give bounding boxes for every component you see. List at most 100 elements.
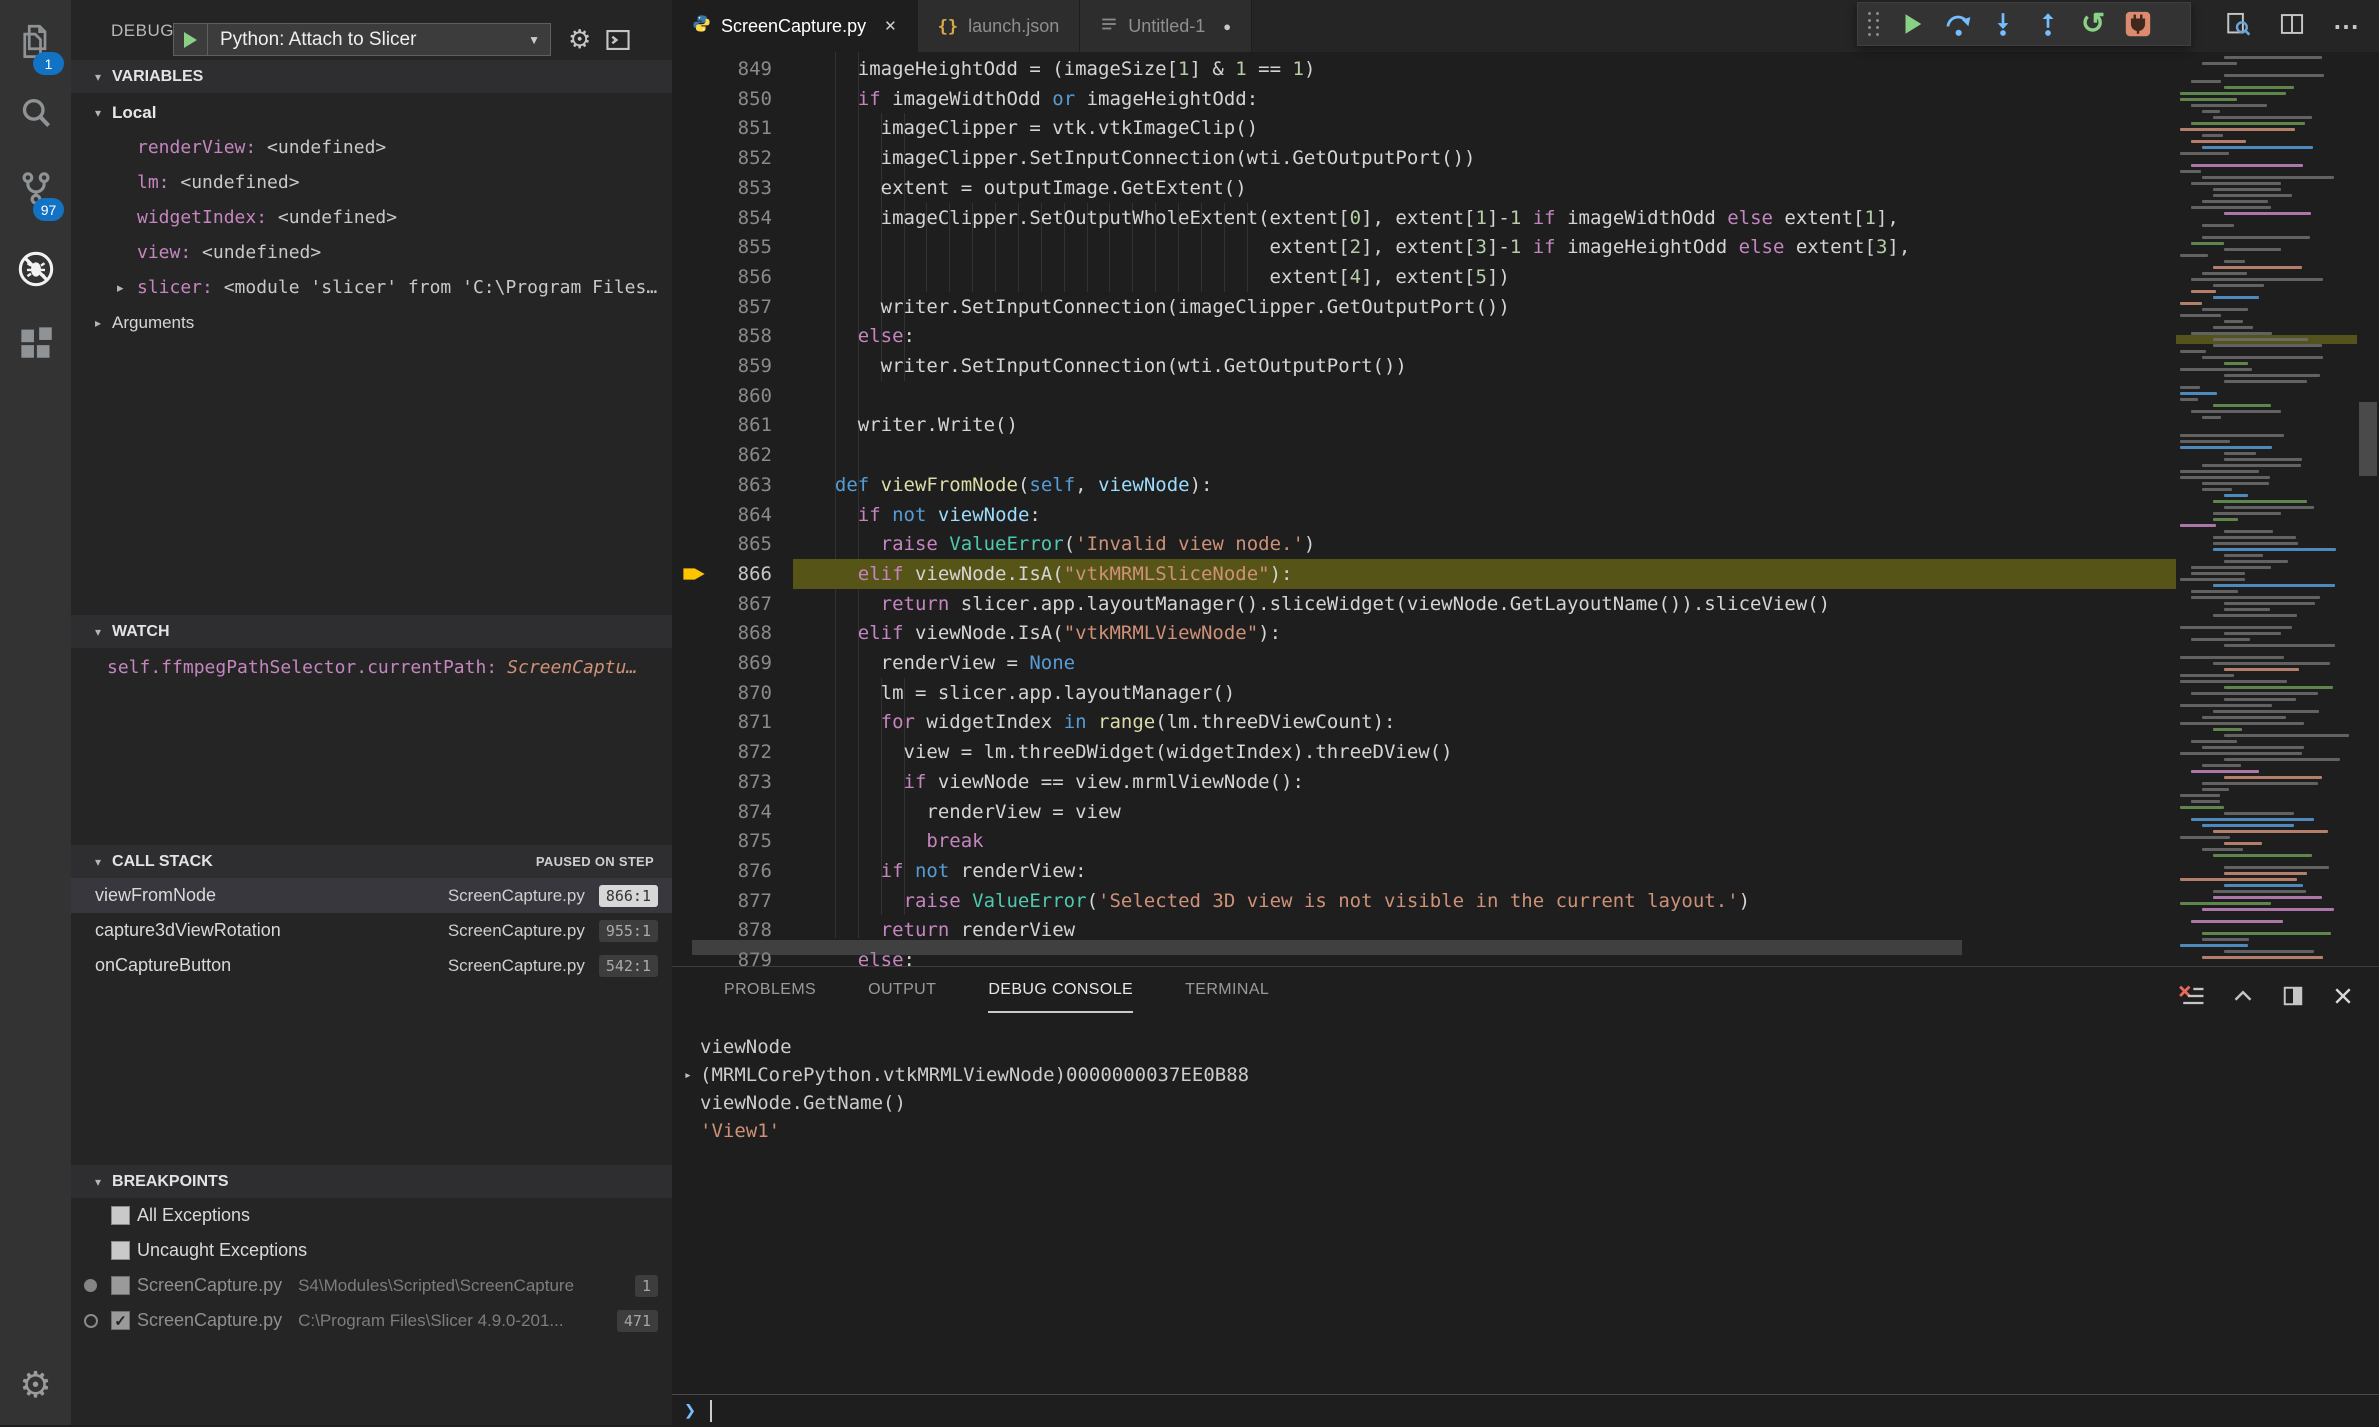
variable-row[interactable]: lm: <undefined> xyxy=(71,165,672,200)
console-line[interactable]: viewNode.GetName() xyxy=(700,1089,906,1117)
minimap-line xyxy=(2202,308,2248,311)
breakpoint-checkbox[interactable] xyxy=(111,1276,130,1295)
minimap-line xyxy=(2180,902,2271,905)
maximize-panel-icon[interactable] xyxy=(2281,984,2305,1013)
code-editor[interactable]: 849 imageHeightOdd = (imageSize[1] & 1 =… xyxy=(672,52,2176,966)
minimap-line xyxy=(2180,680,2287,683)
call-stack-section-header[interactable]: ▾ CALL STACK PAUSED ON STEP xyxy=(71,845,672,878)
chevron-up-icon[interactable] xyxy=(2231,984,2255,1013)
split-editor-icon[interactable] xyxy=(2279,11,2305,42)
configure-gear-icon[interactable]: ⚙ xyxy=(568,24,591,55)
breakpoint-checkbox[interactable]: ✓ xyxy=(111,1311,130,1330)
restart-button[interactable]: ↺ xyxy=(2079,10,2107,38)
sidebar-item-explorer[interactable]: 1 xyxy=(0,9,71,80)
call-stack-list: viewFromNodeScreenCapture.py866:1capture… xyxy=(71,878,672,983)
chevron-expanded-icon: ▾ xyxy=(95,625,101,639)
debug-config-dropdown[interactable]: Python: Attach to Slicer ▼ xyxy=(173,23,551,56)
console-line[interactable]: ▸(MRMLCorePython.vtkMRMLViewNode)0000000… xyxy=(700,1061,1249,1089)
call-stack-frame[interactable]: viewFromNodeScreenCapture.py866:1 xyxy=(71,878,672,913)
debug-console-input[interactable]: ❯ xyxy=(672,1394,2379,1427)
open-preview-icon[interactable] xyxy=(2225,11,2251,42)
breakpoint-checkbox[interactable] xyxy=(111,1241,130,1260)
minimap[interactable] xyxy=(2176,52,2357,966)
console-line[interactable]: viewNode xyxy=(700,1033,792,1061)
scope-arguments[interactable]: ▸ Arguments xyxy=(71,305,672,340)
settings-button[interactable]: ⚙ xyxy=(0,1349,71,1420)
breakpoint-row[interactable]: ScreenCapture.pyS4\Modules\Scripted\Scre… xyxy=(71,1268,672,1303)
sidebar-item-search[interactable] xyxy=(0,80,71,151)
breakpoint-row[interactable]: ✓ScreenCapture.pyC:\Program Files\Slicer… xyxy=(71,1303,672,1338)
minimap-line xyxy=(2202,932,2331,935)
step-out-button[interactable] xyxy=(2034,10,2062,38)
chevron-collapsed-icon: ▸ xyxy=(95,316,101,330)
close-panel-icon[interactable] xyxy=(2331,984,2355,1013)
tab-untitled-1[interactable]: Untitled-1● xyxy=(1080,0,1252,52)
code-line: if viewNode == view.mrmlViewNode(): xyxy=(812,767,1304,797)
minimap-line xyxy=(2180,878,2297,881)
scope-local[interactable]: ▾ Local xyxy=(71,95,672,130)
minimap-line xyxy=(2213,536,2296,539)
breakpoint-row[interactable]: All Exceptions xyxy=(71,1198,672,1233)
call-stack-frame[interactable]: capture3dViewRotationScreenCapture.py955… xyxy=(71,913,672,948)
minimap-line xyxy=(2202,176,2334,179)
panel-tab-problems[interactable]: PROBLEMS xyxy=(724,981,816,1013)
breakpoint-path: C:\Program Files\Slicer 4.9.0-201... xyxy=(298,1311,563,1331)
minimap-line xyxy=(2224,374,2320,377)
line-number: 871 xyxy=(692,707,772,737)
breakpoint-checkbox[interactable] xyxy=(111,1206,130,1225)
variable-row[interactable]: ▸slicer: <module 'slicer' from 'C:\Progr… xyxy=(71,270,672,305)
disconnect-button[interactable] xyxy=(2124,10,2152,38)
call-stack-frame[interactable]: onCaptureButtonScreenCapture.py542:1 xyxy=(71,948,672,983)
code-line: imageClipper.SetInputConnection(wti.GetO… xyxy=(812,143,1475,173)
code-line: else: xyxy=(812,321,915,351)
line-number: 855 xyxy=(692,232,772,262)
variables-section-header[interactable]: ▾ VARIABLES xyxy=(71,60,672,93)
clear-console-icon[interactable] xyxy=(2177,983,2205,1014)
code-line: if imageWidthOdd or imageHeightOdd: xyxy=(812,84,1258,114)
line-number: 876 xyxy=(692,856,772,886)
step-into-button[interactable] xyxy=(1989,10,2017,38)
variable-row[interactable]: renderView: <undefined> xyxy=(71,130,672,165)
breakpoint-row[interactable]: Uncaught Exceptions xyxy=(71,1233,672,1268)
close-icon[interactable]: ✕ xyxy=(884,17,897,35)
watch-expression[interactable]: self.ffmpegPathSelector.currentPath: Scr… xyxy=(71,650,672,685)
minimap-line xyxy=(2180,806,2224,809)
tab-launch-json[interactable]: {}launch.json xyxy=(918,0,1081,52)
panel-tab-output[interactable]: OUTPUT xyxy=(868,981,936,1013)
variable-row[interactable]: view: <undefined> xyxy=(71,235,672,270)
breakpoint-status-dot xyxy=(84,1279,97,1292)
panel-tab-terminal[interactable]: TERMINAL xyxy=(1185,981,1269,1013)
sidebar-item-debug[interactable] xyxy=(0,236,71,307)
variable-row[interactable]: widgetIndex: <undefined> xyxy=(71,200,672,235)
sidebar-item-extensions[interactable] xyxy=(0,311,71,382)
panel-actions xyxy=(2177,983,2355,1014)
minimap-line xyxy=(2213,344,2322,347)
start-debug-icon[interactable] xyxy=(184,32,197,48)
breakpoints-section-header[interactable]: ▾ BREAKPOINTS xyxy=(71,1165,672,1198)
sidebar-item-source-control[interactable]: 97 xyxy=(0,155,71,226)
more-actions-icon[interactable]: ⋯ xyxy=(2333,11,2361,42)
line-number: 865 xyxy=(692,529,772,559)
minimap-line xyxy=(2191,206,2271,209)
tab-screencapture-py[interactable]: ScreenCapture.py✕ xyxy=(672,0,918,52)
variable-value: <undefined> xyxy=(267,207,397,228)
open-debug-console-icon[interactable] xyxy=(605,27,631,58)
minimap-line xyxy=(2224,260,2245,263)
explorer-badge: 1 xyxy=(33,52,64,75)
drag-grip-icon[interactable] xyxy=(1868,12,1880,36)
panel-tab-debug-console[interactable]: DEBUG CONSOLE xyxy=(988,981,1133,1013)
console-line[interactable]: 'View1' xyxy=(700,1117,780,1145)
minimap-line xyxy=(2180,476,2270,479)
minimap-line xyxy=(2191,596,2320,599)
minimap-line xyxy=(2224,452,2256,455)
minimap-line xyxy=(2224,458,2302,461)
continue-button[interactable] xyxy=(1899,10,1927,38)
step-over-button[interactable] xyxy=(1944,10,1972,38)
editor-scrollbar[interactable] xyxy=(2357,52,2379,966)
horizontal-scrollbar[interactable] xyxy=(692,940,1962,955)
chevron-collapsed-icon[interactable]: ▸ xyxy=(684,1068,692,1083)
minimap-line xyxy=(2224,686,2333,689)
scrollbar-thumb[interactable] xyxy=(2359,402,2377,476)
minimap-line xyxy=(2180,386,2200,389)
watch-section-header[interactable]: ▾ WATCH xyxy=(71,615,672,648)
